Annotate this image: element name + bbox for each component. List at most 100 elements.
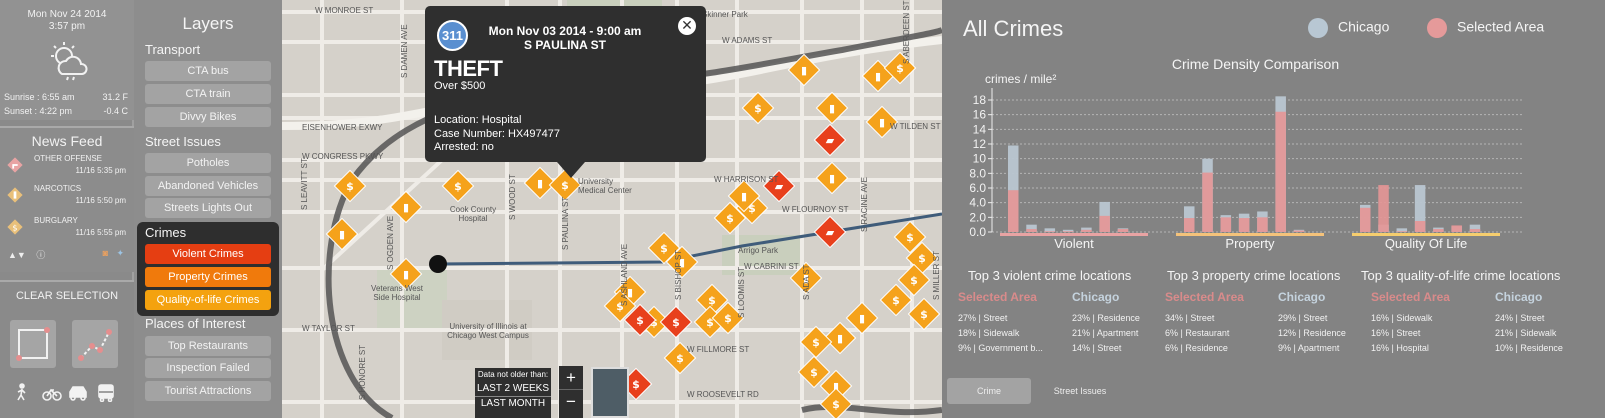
sunrise-text: Sunrise : 6:55 am xyxy=(4,92,75,102)
close-icon[interactable]: ✕ xyxy=(678,17,696,35)
top3-row: 21% | Apartment xyxy=(1072,328,1139,338)
violent-crime-icon xyxy=(7,157,23,173)
selected-bar xyxy=(1433,229,1444,232)
date-filter: Data not older than: LAST 2 WEEKS LAST M… xyxy=(475,368,551,418)
walk-icon[interactable] xyxy=(17,383,26,401)
top3-row: 6% | Residence xyxy=(1165,343,1228,353)
street-label: W FLOURNOY ST xyxy=(782,205,849,214)
svg-text:▮: ▮ xyxy=(879,116,885,129)
zoom-in-button[interactable]: + xyxy=(559,366,583,390)
place-label: Veterans West Side Hospital xyxy=(371,284,423,302)
chart-tick-label: 10 xyxy=(973,152,987,166)
top3-row: 18% | Sidewalk xyxy=(958,328,1020,338)
top3-row: 21% | Sidewalk xyxy=(1495,328,1557,338)
sort-arrows-icon[interactable]: ▲▼ xyxy=(8,250,26,260)
layer-street-lights-out[interactable]: Streets Lights Out xyxy=(145,198,271,218)
selected-bar xyxy=(1220,217,1232,232)
twitter-icon[interactable]: ✦ xyxy=(116,248,124,259)
layer-top-restaurants[interactable]: Top Restaurants xyxy=(145,336,271,356)
park-label: Skinner Park xyxy=(702,10,748,19)
tab-crime[interactable]: Crime xyxy=(947,378,1031,404)
chart-tick-label: 4.0 xyxy=(969,196,986,210)
layer-property-crimes[interactable]: Property Crimes xyxy=(145,267,271,287)
svg-text:▮: ▮ xyxy=(537,177,543,190)
chart-tick-label: 16 xyxy=(973,108,987,122)
section-street-issues: Street Issues xyxy=(145,134,221,149)
bus-icon[interactable] xyxy=(98,384,114,403)
street-label: S RACINE AVE xyxy=(860,177,869,232)
svg-text:$: $ xyxy=(632,378,640,391)
filter-last-2-weeks[interactable]: LAST 2 WEEKS xyxy=(475,383,551,397)
sunset-text: Sunset : 4:22 pm xyxy=(4,106,73,116)
top3-row: 16% | Street xyxy=(1371,328,1421,338)
news-feed-title: News Feed xyxy=(31,133,103,149)
satellite-toggle[interactable] xyxy=(591,367,629,418)
filter-last-month[interactable]: LAST MONTH xyxy=(475,398,551,409)
news-item[interactable]: OTHER OFFENSE 11/16 5:35 pm xyxy=(4,154,130,184)
street-label: S PAULINA ST xyxy=(561,196,570,250)
svg-text:▮: ▮ xyxy=(403,268,409,281)
layer-abandoned-vehicles[interactable]: Abandoned Vehicles xyxy=(145,176,271,196)
layer-cta-bus[interactable]: CTA bus xyxy=(145,61,271,81)
layer-divvy-bikes[interactable]: Divvy Bikes xyxy=(145,107,271,127)
temp-f: 31.2 F xyxy=(102,92,128,102)
layer-violent-crimes[interactable]: Violent Crimes xyxy=(145,244,271,264)
layer-inspection-failed-restaurants[interactable]: Inspection Failed Restaurants xyxy=(145,358,271,394)
clear-selection-button[interactable]: CLEAR SELECTION xyxy=(0,290,134,302)
col-chicago: Chicago xyxy=(1278,290,1326,304)
selected-bar xyxy=(1238,218,1250,232)
layers-panel: Layers Transport CTA bus CTA train Divvy… xyxy=(134,0,282,418)
street-label: W TILDEN ST xyxy=(890,122,941,131)
crimes-section: Crimes Violent Crimes Property Crimes Qu… xyxy=(137,222,279,316)
popup-location: Location: Hospital xyxy=(434,114,522,126)
news-item[interactable]: $ BURGLARY 11/16 5:55 pm xyxy=(4,216,130,246)
layer-potholes[interactable]: Potholes xyxy=(145,153,271,173)
svg-text:$: $ xyxy=(832,398,840,411)
section-places-of-interest: Places of Interest xyxy=(145,316,246,331)
travel-modes xyxy=(10,382,124,403)
tab-street-issues[interactable]: Street Issues xyxy=(1038,378,1122,404)
svg-text:$: $ xyxy=(676,352,684,365)
street-label: W ADAMS ST xyxy=(722,36,773,45)
selected-bar xyxy=(1026,229,1037,232)
chart-tick-label: 2.0 xyxy=(969,210,986,224)
street-label: S WOOD ST xyxy=(508,174,517,220)
car-icon[interactable] xyxy=(69,386,87,401)
layer-quality-of-life-crimes[interactable]: Quality-of-life Crimes xyxy=(145,290,271,310)
top3-qol-title: Top 3 quality-of-life crime locations xyxy=(1361,268,1561,283)
news-time: 11/16 5:55 pm xyxy=(75,228,126,237)
street-label: S DAMEN AVE xyxy=(400,24,409,78)
map-view[interactable]: $ ▮ ▮ $ ▮ $ ▮ ▮ ▮ $ $ ▮ ▰ ▰ ▮ $ $ ▮ ▰ $ $ $ $ $ $ ▮ ▮ $ $ $ $ $ $ $ ▮ ▮ ▮ $ $ $… xyxy=(282,0,942,418)
info-icon[interactable]: ⓘ xyxy=(36,250,45,260)
top3-row: 27% | Street xyxy=(958,313,1008,323)
rss-icon[interactable]: ◙ xyxy=(103,248,108,258)
selected-bar xyxy=(1396,231,1408,232)
layer-tourist-attractions[interactable]: Tourist Attractions xyxy=(145,381,271,401)
street-label: S ASHLAND AVE xyxy=(620,243,629,306)
popup-address: S PAULINA ST xyxy=(523,38,606,52)
col-selected-area: Selected Area xyxy=(958,290,1037,304)
street-label: W TAYLOR ST xyxy=(302,324,355,333)
zoom-out-button[interactable]: − xyxy=(559,390,583,414)
selected-bar xyxy=(1378,185,1389,232)
col-selected-area: Selected Area xyxy=(1371,290,1450,304)
partly-cloudy-icon xyxy=(51,42,88,81)
narcotics-icon xyxy=(7,187,23,203)
layer-cta-train[interactable]: CTA train xyxy=(145,84,271,104)
street-label: S OGDEN AVE xyxy=(386,215,395,270)
svg-text:$: $ xyxy=(726,212,734,225)
selected-bar xyxy=(1293,230,1305,232)
svg-text:▮: ▮ xyxy=(859,312,865,325)
street-label: W FILLMORE ST xyxy=(687,345,750,354)
bike-icon[interactable] xyxy=(42,388,62,401)
svg-text:▰: ▰ xyxy=(826,226,835,239)
top3-row: 16% | Hospital xyxy=(1371,343,1429,353)
news-item[interactable]: NARCOTICS 11/16 5:50 pm xyxy=(4,184,130,214)
path-select-tool[interactable] xyxy=(72,320,118,368)
layers-title: Layers xyxy=(182,14,234,33)
top3-row: 34% | Street xyxy=(1165,313,1215,323)
rectangle-select-tool[interactable] xyxy=(10,320,56,368)
news-type: OTHER OFFENSE xyxy=(34,154,103,163)
info-column: Mon Nov 24 2014 3:57 pm Sunrise : 6:55 a… xyxy=(0,0,134,418)
top3-violent-title: Top 3 violent crime locations xyxy=(968,268,1132,283)
